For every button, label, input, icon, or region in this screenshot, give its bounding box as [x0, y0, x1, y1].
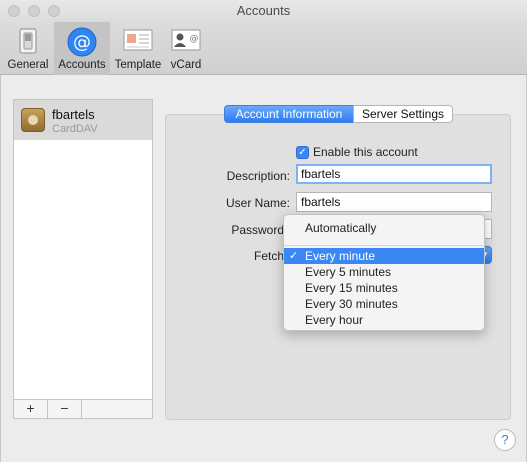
- accounts-list[interactable]: fbartels CardDAV: [13, 99, 153, 400]
- help-button[interactable]: ?: [494, 429, 516, 451]
- menu-item-label: Every minute: [305, 249, 376, 263]
- window-edge-left: [0, 75, 1, 462]
- toolbar-general[interactable]: General: [4, 22, 52, 75]
- account-row[interactable]: fbartels CardDAV: [14, 100, 152, 140]
- address-book-icon: [21, 108, 45, 132]
- enable-account-label: Enable this account: [313, 145, 418, 159]
- svg-text:@: @: [190, 34, 199, 44]
- menu-item-label: Every hour: [305, 313, 364, 327]
- menu-item-label: Every 30 minutes: [305, 297, 398, 311]
- toolbar-general-label: General: [7, 59, 49, 71]
- enable-account-checkbox[interactable]: ✓: [296, 146, 309, 159]
- tab-account-information[interactable]: Account Information: [224, 105, 354, 123]
- fetch-option-every-15-minutes[interactable]: Every 15 minutes: [284, 280, 484, 296]
- fetch-option-every-hour[interactable]: Every hour: [284, 312, 484, 328]
- fetch-option-every-30-minutes[interactable]: Every 30 minutes: [284, 296, 484, 312]
- description-label: Description:: [226, 169, 290, 183]
- toolbar-accounts[interactable]: @ Accounts: [54, 22, 110, 75]
- fetch-menu[interactable]: Automatically ✓ Every minute Every 5 min…: [283, 214, 485, 331]
- account-name: fbartels: [52, 107, 95, 122]
- menu-separator: [284, 245, 484, 246]
- username-field[interactable]: fbartels: [296, 192, 492, 212]
- add-account-button[interactable]: +: [14, 400, 48, 418]
- window-title: Accounts: [236, 3, 291, 18]
- toolbar-accounts-label: Accounts: [58, 59, 106, 71]
- remove-account-button[interactable]: −: [48, 400, 82, 418]
- fetch-option-automatically[interactable]: Automatically: [284, 220, 484, 236]
- toolbar-vcard-label: vCard: [170, 59, 202, 71]
- checkmark-icon: ✓: [289, 250, 299, 262]
- fetch-option-every-5-minutes[interactable]: Every 5 minutes: [284, 264, 484, 280]
- switch-icon: [19, 28, 37, 54]
- svg-text:@: @: [73, 32, 91, 53]
- fetch-label: Fetch: [253, 249, 284, 263]
- preferences-toolbar: General @ Accounts Template @ vCard: [0, 22, 527, 75]
- menu-item-label: Every 5 minutes: [305, 265, 392, 279]
- password-label: Password: [231, 223, 284, 237]
- menu-item-label: Automatically: [305, 221, 377, 235]
- toolbar-vcard[interactable]: @ vCard: [166, 22, 206, 75]
- toolbar-template[interactable]: Template: [112, 22, 164, 75]
- description-field[interactable]: fbartels: [296, 164, 492, 184]
- vcard-icon: @: [171, 29, 201, 51]
- at-sign-icon: @: [67, 27, 97, 57]
- template-icon: [123, 29, 153, 51]
- account-type: CardDAV: [52, 123, 98, 135]
- fetch-option-every-minute[interactable]: ✓ Every minute: [284, 248, 484, 264]
- list-controls: + −: [13, 400, 153, 419]
- menu-item-label: Every 15 minutes: [305, 281, 398, 295]
- title-bar: Accounts: [0, 0, 527, 22]
- toolbar-template-label: Template: [114, 59, 162, 71]
- tab-server-settings[interactable]: Server Settings: [353, 105, 453, 123]
- username-label: User Name:: [225, 196, 290, 210]
